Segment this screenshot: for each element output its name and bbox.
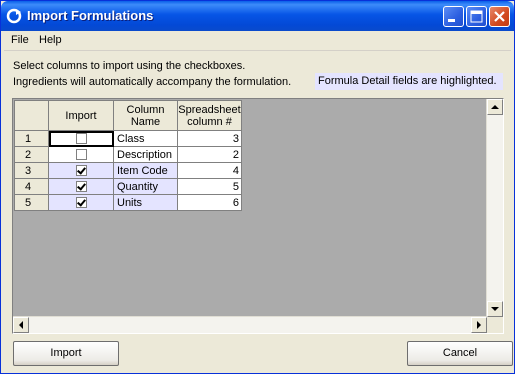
import-button[interactable]: Import — [13, 341, 119, 366]
table-row: 5 Units 6 — [14, 194, 242, 211]
close-icon — [494, 11, 505, 22]
arrow-left-icon — [19, 321, 23, 329]
app-refresh-icon — [6, 8, 22, 24]
import-cell[interactable] — [48, 194, 114, 211]
spreadsheet-column-cell[interactable]: 2 — [177, 146, 242, 163]
row-number[interactable]: 1 — [14, 130, 49, 147]
import-cell[interactable] — [48, 162, 114, 179]
grid-content: Import Column Name Spreadsheet column # … — [14, 100, 486, 316]
arrow-down-icon — [491, 307, 499, 311]
arrow-right-icon — [477, 321, 481, 329]
row-number[interactable]: 2 — [14, 146, 49, 163]
table-row: 1 Class 3 — [14, 130, 242, 147]
import-checkbox[interactable] — [75, 197, 87, 209]
header-import[interactable]: Import — [48, 100, 114, 131]
mapping-table: Import Column Name Spreadsheet column # … — [14, 100, 242, 211]
column-mapping-grid[interactable]: Import Column Name Spreadsheet column # … — [12, 98, 504, 334]
header-column-name[interactable]: Column Name — [113, 100, 178, 131]
import-formulations-dialog: Import Formulations File Help Select col… — [0, 0, 515, 374]
close-button[interactable] — [489, 6, 510, 27]
row-number[interactable]: 3 — [14, 162, 49, 179]
row-number[interactable]: 4 — [14, 178, 49, 195]
header-spreadsheet-column[interactable]: Spreadsheet column # — [177, 100, 242, 131]
spreadsheet-column-cell[interactable]: 4 — [177, 162, 242, 179]
row-number[interactable]: 5 — [14, 194, 49, 211]
import-cell[interactable] — [48, 178, 114, 195]
column-name-cell[interactable]: Units — [113, 194, 178, 211]
maximize-icon — [470, 10, 483, 23]
spreadsheet-column-cell[interactable]: 6 — [177, 194, 242, 211]
arrow-up-icon — [491, 105, 499, 109]
header-row: Import Column Name Spreadsheet column # — [14, 100, 242, 131]
scrollbar-corner — [487, 317, 503, 333]
menu-bar: File Help — [4, 32, 511, 51]
spreadsheet-column-cell[interactable]: 5 — [177, 178, 242, 195]
scroll-up-button[interactable] — [487, 99, 503, 115]
column-name-cell[interactable]: Description — [113, 146, 178, 163]
menu-file[interactable]: File — [11, 34, 29, 46]
import-cell[interactable] — [48, 146, 114, 163]
menu-help[interactable]: Help — [39, 34, 62, 46]
instructions-line-2: Ingredients will automatically accompany… — [13, 76, 292, 88]
import-cell[interactable] — [48, 130, 114, 147]
import-checkbox[interactable] — [75, 181, 87, 193]
table-row: 3 Item Code 4 — [14, 162, 242, 179]
import-checkbox[interactable] — [75, 133, 87, 145]
horizontal-scrollbar[interactable] — [13, 316, 487, 333]
column-name-cell[interactable]: Class — [113, 130, 178, 147]
cancel-button[interactable]: Cancel — [407, 341, 513, 366]
column-name-cell[interactable]: Quantity — [113, 178, 178, 195]
maximize-button[interactable] — [466, 6, 487, 27]
import-checkbox[interactable] — [75, 165, 87, 177]
minimize-button[interactable] — [443, 6, 464, 27]
highlight-legend: Formula Detail fields are highlighted. — [315, 73, 503, 90]
column-name-cell[interactable]: Item Code — [113, 162, 178, 179]
table-row: 2 Description 2 — [14, 146, 242, 163]
minimize-icon — [448, 19, 455, 22]
scroll-down-button[interactable] — [487, 301, 503, 317]
window-title: Import Formulations — [27, 8, 154, 23]
spreadsheet-column-cell[interactable]: 3 — [177, 130, 242, 147]
table-row: 4 Quantity 5 — [14, 178, 242, 195]
import-checkbox[interactable] — [75, 149, 87, 161]
instructions-line-1: Select columns to import using the check… — [13, 60, 246, 72]
corner-header — [14, 100, 49, 131]
scroll-left-button[interactable] — [13, 317, 29, 333]
scroll-right-button[interactable] — [471, 317, 487, 333]
title-bar[interactable]: Import Formulations — [1, 1, 514, 31]
vertical-scrollbar[interactable] — [486, 99, 503, 317]
